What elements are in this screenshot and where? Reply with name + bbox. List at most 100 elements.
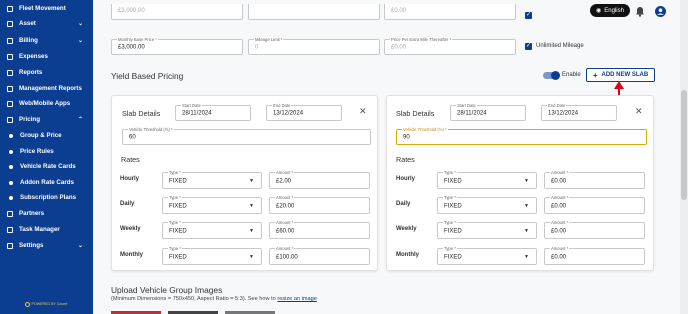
cut-checkbox[interactable]: ✓ — [525, 12, 532, 19]
bullet-icon — [9, 149, 13, 154]
rate-type-select[interactable]: Type * FIXED ▼ — [437, 220, 537, 239]
sidebar-item-label: Vehicle Rate Cards — [20, 163, 76, 170]
dropdown-arrow-icon: ▼ — [249, 253, 254, 260]
mileage-limit-field[interactable]: Mileage Limit * 0 — [248, 37, 380, 55]
reports-icon — [7, 69, 13, 76]
powered-by-logo: POWERED BY Cooee — [20, 300, 72, 308]
resize-image-link[interactable]: resize an image — [277, 296, 317, 302]
scrollbar-thumb[interactable] — [681, 90, 687, 200]
rate-amount-field[interactable]: Amount * £2.00 — [269, 170, 370, 189]
rate-amount-field[interactable]: Amount * £0.00 — [544, 195, 645, 214]
sidebar-item-label: Pricing — [19, 116, 40, 123]
close-icon[interactable]: ✕ — [635, 106, 643, 117]
sidebar-item-label: Fleet Movement — [19, 5, 66, 12]
sidebar-item-expenses[interactable]: Expenses — [0, 49, 93, 64]
sidebar-item-label: Group & Price — [20, 132, 62, 139]
apps-icon — [7, 100, 13, 107]
end-date-field[interactable]: End Date 13/12/2024 — [541, 103, 617, 121]
dropdown-arrow-icon: ▼ — [524, 177, 529, 184]
enable-toggle[interactable] — [543, 70, 560, 80]
bullet-icon — [9, 133, 13, 138]
rate-type-select[interactable]: Type * FIXED ▼ — [437, 195, 537, 214]
slab-title: Slab Details — [122, 109, 161, 118]
sidebar-item-label: Billing — [19, 37, 38, 44]
bullet-icon — [9, 195, 13, 200]
chevron-down-icon: ⌄ — [77, 38, 83, 44]
rate-type-select[interactable]: Type * FIXED ▼ — [162, 220, 262, 239]
sidebar-item-management-reports[interactable]: Management Reports — [0, 81, 93, 96]
logo-icon — [24, 301, 30, 307]
start-date-field[interactable]: Start Date 28/11/2024 — [175, 103, 251, 121]
task-icon — [7, 226, 13, 233]
sidebar-item-settings[interactable]: Settings ⌄ — [0, 238, 93, 253]
pricing-icon — [7, 116, 13, 123]
end-date-field[interactable]: End Date 13/12/2024 — [266, 103, 342, 121]
sidebar-item-reports[interactable]: Reports — [0, 65, 93, 80]
rate-name: Monthly — [120, 252, 143, 258]
cut-field-2[interactable] — [248, 4, 380, 20]
bullet-icon — [9, 180, 13, 185]
rate-amount-field[interactable]: Amount * £60.00 — [269, 220, 370, 239]
monthly-base-price-field[interactable]: Monthly Base Price * £3,000.00 — [111, 37, 243, 55]
sidebar-item-pricing[interactable]: Pricing ⌃ — [0, 112, 93, 127]
slab-card-1: Slab Details Start Date 28/11/2024 End D… — [111, 95, 378, 271]
cut-field-3[interactable]: £0.00 — [384, 4, 516, 20]
sidebar-item-fleet-movement[interactable]: Fleet Movement — [0, 1, 93, 16]
rate-amount-field[interactable]: Amount * £100.00 — [269, 246, 370, 265]
gear-icon — [7, 242, 13, 249]
scrollbar[interactable] — [680, 0, 688, 314]
rate-amount-field[interactable]: Amount * £0.00 — [544, 220, 645, 239]
dropdown-arrow-icon: ▼ — [249, 227, 254, 234]
rate-name: Monthly — [396, 252, 419, 258]
start-date-field[interactable]: Start Date 28/11/2024 — [450, 103, 526, 121]
close-icon[interactable]: ✕ — [359, 106, 367, 117]
sidebar-item-task-manager[interactable]: Task Manager — [0, 222, 93, 237]
language-button[interactable]: ◉ English — [590, 4, 630, 17]
sidebar-item-vehicle-rate-cards[interactable]: Vehicle Rate Cards — [0, 159, 93, 174]
unlimited-mileage-label: Unlimited Mileage — [536, 43, 584, 49]
rate-type-select[interactable]: Type * FIXED ▼ — [162, 195, 262, 214]
asset-icon — [7, 20, 13, 27]
yield-pricing-title: Yield Based Pricing — [111, 71, 184, 81]
rate-amount-field[interactable]: Amount * £0.00 — [544, 170, 645, 189]
sidebar: Fleet Movement Asset ⌄ Billing ⌄ Expenses … — [0, 0, 93, 314]
sidebar-item-label: Management Reports — [19, 85, 82, 92]
unlimited-mileage-checkbox[interactable]: ✓ — [525, 43, 532, 50]
rate-name: Hourly — [396, 176, 416, 182]
slab-card-2: Slab Details Start Date 28/11/2024 End D… — [386, 95, 654, 271]
sidebar-item-label: Reports — [19, 69, 43, 76]
vehicle-threshold-field[interactable]: Vehicle Threshold (%) * 60 — [122, 127, 371, 145]
sidebar-item-label: Task Manager — [19, 226, 60, 233]
sidebar-item-price-rules[interactable]: Price Rules — [0, 144, 93, 159]
dropdown-arrow-icon: ▼ — [524, 253, 529, 260]
sidebar-item-web-mobile-apps[interactable]: Web/Mobile Apps — [0, 96, 93, 111]
sidebar-item-label: Web/Mobile Apps — [19, 100, 71, 107]
billing-icon — [7, 37, 13, 44]
dropdown-arrow-icon: ▼ — [249, 202, 254, 209]
enable-label: Enable — [562, 72, 581, 78]
main-content: £3,000.00 £0.00 ✓ ◉ English Monthly Base … — [93, 0, 680, 314]
sidebar-item-subscription-plans[interactable]: Subscription Plans — [0, 190, 93, 205]
sidebar-item-billing[interactable]: Billing ⌄ — [0, 33, 93, 48]
rate-type-select[interactable]: Type * FIXED ▼ — [437, 246, 537, 265]
rate-amount-field[interactable]: Amount * £20.00 — [269, 195, 370, 214]
globe-icon: ◉ — [596, 8, 602, 14]
rate-type-select[interactable]: Type * FIXED ▼ — [162, 246, 262, 265]
account-icon[interactable] — [655, 4, 666, 22]
fleet-icon — [7, 5, 13, 12]
sidebar-item-asset[interactable]: Asset ⌄ — [0, 16, 93, 31]
sidebar-item-label: Settings — [19, 242, 44, 249]
cut-field-1[interactable]: £3,000.00 — [111, 4, 243, 20]
price-per-extra-mile-field[interactable]: Price Per Extra Mile Thereafter * £0.00 — [384, 37, 516, 55]
vehicle-threshold-field[interactable]: Vehicle Threshold (%) * 90 — [396, 127, 647, 145]
plus-icon: + — [592, 70, 598, 80]
sidebar-item-group-price[interactable]: Group & Price — [0, 128, 93, 143]
sidebar-item-partners[interactable]: Partners — [0, 206, 93, 221]
dropdown-arrow-icon: ▼ — [524, 202, 529, 209]
rate-type-select[interactable]: Type * FIXED ▼ — [162, 170, 262, 189]
sidebar-item-addon-rate-cards[interactable]: Addon Rate Cards — [0, 175, 93, 190]
bell-icon[interactable] — [635, 4, 645, 22]
rate-name: Hourly — [120, 176, 140, 182]
rate-amount-field[interactable]: Amount * £0.00 — [544, 246, 645, 265]
rate-type-select[interactable]: Type * FIXED ▼ — [437, 170, 537, 189]
